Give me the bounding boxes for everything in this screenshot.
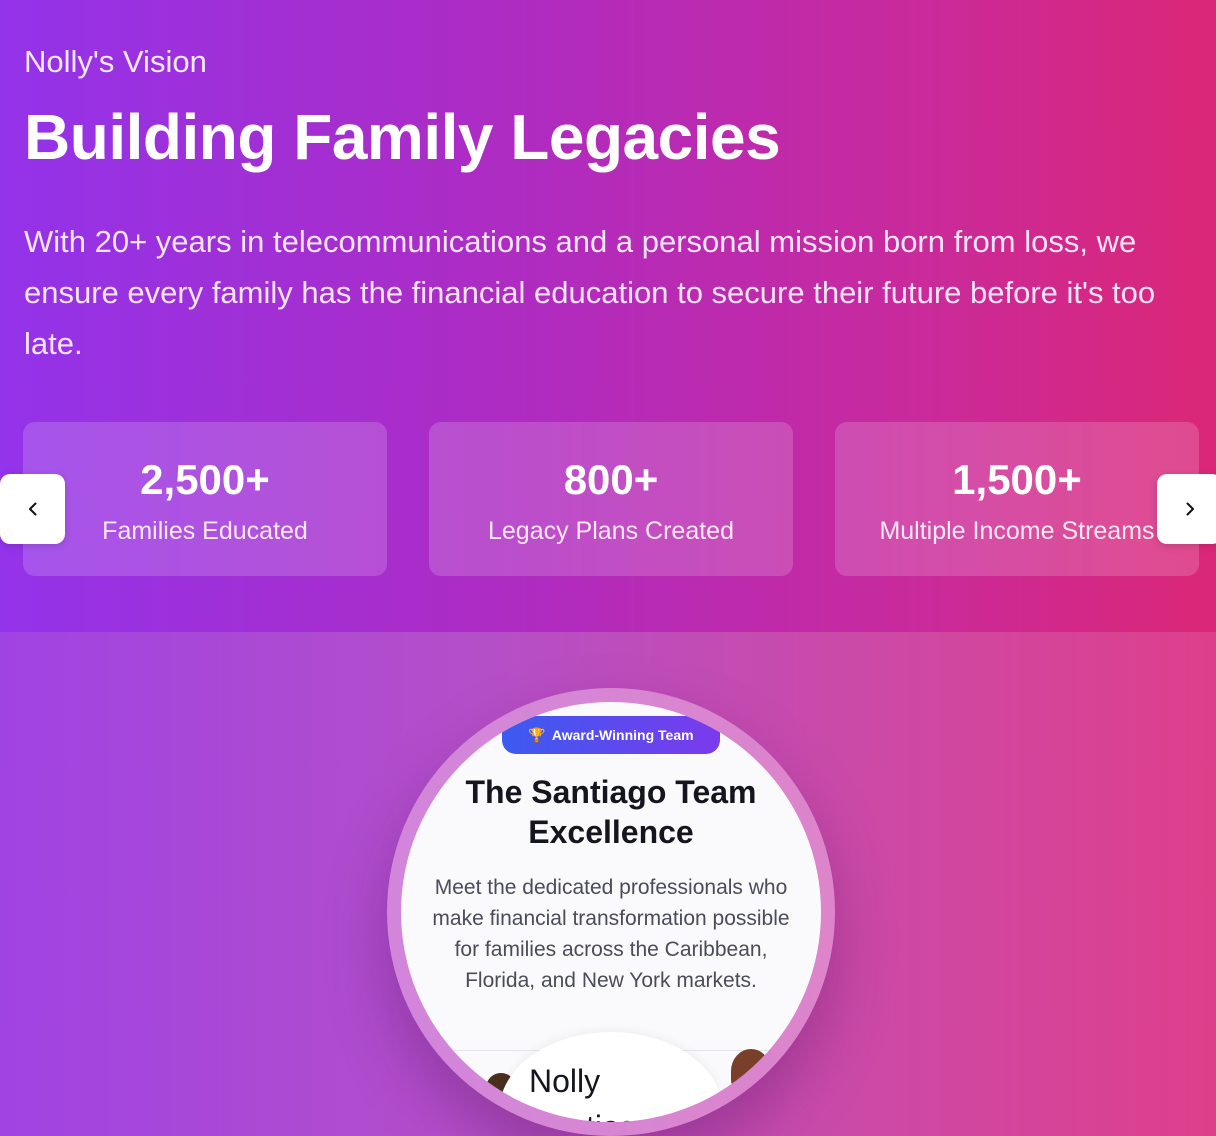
hero-eyebrow: Nolly's Vision: [24, 44, 207, 79]
team-section: 🏆 Award-Winning Team The Santiago Team E…: [0, 632, 1216, 1136]
stat-card-families: 2,500+ Families Educated: [23, 422, 387, 576]
stat-label: Legacy Plans Created: [488, 517, 734, 545]
stat-label: Families Educated: [102, 517, 308, 545]
chevron-left-icon: [28, 502, 36, 516]
stat-card-legacy-plans: 800+ Legacy Plans Created: [429, 422, 793, 576]
chevron-right-icon: [1186, 502, 1194, 516]
team-member-name: Nolly Santiago: [529, 1063, 655, 1122]
carousel-next-button[interactable]: [1157, 474, 1216, 544]
stat-label: Multiple Income Streams: [879, 517, 1155, 545]
stat-value: 800+: [563, 456, 659, 503]
team-member-photo: [731, 1049, 771, 1093]
team-description: Meet the dedicated professionals who mak…: [432, 876, 790, 992]
trophy-icon: 🏆: [528, 726, 546, 743]
stat-card-income-streams: 1,500+ Multiple Income Streams: [835, 422, 1199, 576]
carousel-prev-button[interactable]: [0, 474, 65, 544]
award-badge-label: Award-Winning Team: [551, 727, 694, 743]
stat-value: 1,500+: [952, 456, 1082, 503]
team-title: The Santiago Team Excellence: [465, 774, 757, 850]
team-member-card[interactable]: Nolly Santiago: [499, 1032, 723, 1122]
hero-section: Nolly's Vision Building Family Legacies …: [0, 0, 1216, 632]
stat-value: 2,500+: [140, 456, 270, 503]
hero-title: Building Family Legacies: [24, 101, 781, 173]
hero-description: With 20+ years in telecommunications and…: [24, 224, 1156, 361]
team-circle-card: 🏆 Award-Winning Team The Santiago Team E…: [401, 702, 821, 1122]
award-badge: 🏆 Award-Winning Team: [502, 716, 720, 754]
